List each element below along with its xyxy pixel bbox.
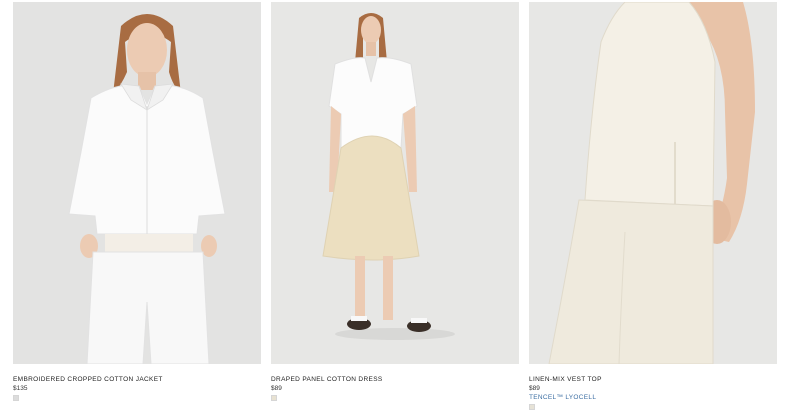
product-price: $89 bbox=[271, 385, 282, 392]
product-image[interactable] bbox=[271, 2, 519, 364]
product-card-linen-mix-vest-top[interactable]: LINEN-MIX VEST TOP $89 TENCEL™ LYOCELL bbox=[529, 2, 777, 413]
product-price: $89 bbox=[529, 385, 540, 392]
product-name[interactable]: EMBROIDERED CROPPED COTTON JACKET bbox=[13, 376, 163, 383]
product-grid: EMBROIDERED CROPPED COTTON JACKET $135 D… bbox=[13, 2, 777, 413]
model-photo-jacket bbox=[13, 2, 261, 364]
model-photo-vest bbox=[529, 2, 777, 364]
model-photo-dress bbox=[271, 2, 519, 364]
color-swatch[interactable] bbox=[13, 395, 19, 401]
product-image[interactable] bbox=[13, 2, 261, 364]
color-swatch[interactable] bbox=[529, 404, 535, 410]
product-name[interactable]: DRAPED PANEL COTTON DRESS bbox=[271, 376, 383, 383]
material-tag-link[interactable]: TENCEL™ LYOCELL bbox=[529, 394, 596, 401]
product-card-embroidered-cropped-cotton-jacket[interactable]: EMBROIDERED CROPPED COTTON JACKET $135 bbox=[13, 2, 261, 413]
product-card-draped-panel-cotton-dress[interactable]: DRAPED PANEL COTTON DRESS $89 bbox=[271, 2, 519, 413]
product-price: $135 bbox=[13, 385, 28, 392]
product-name[interactable]: LINEN-MIX VEST TOP bbox=[529, 376, 602, 383]
color-swatch[interactable] bbox=[271, 395, 277, 401]
product-image[interactable] bbox=[529, 2, 777, 364]
